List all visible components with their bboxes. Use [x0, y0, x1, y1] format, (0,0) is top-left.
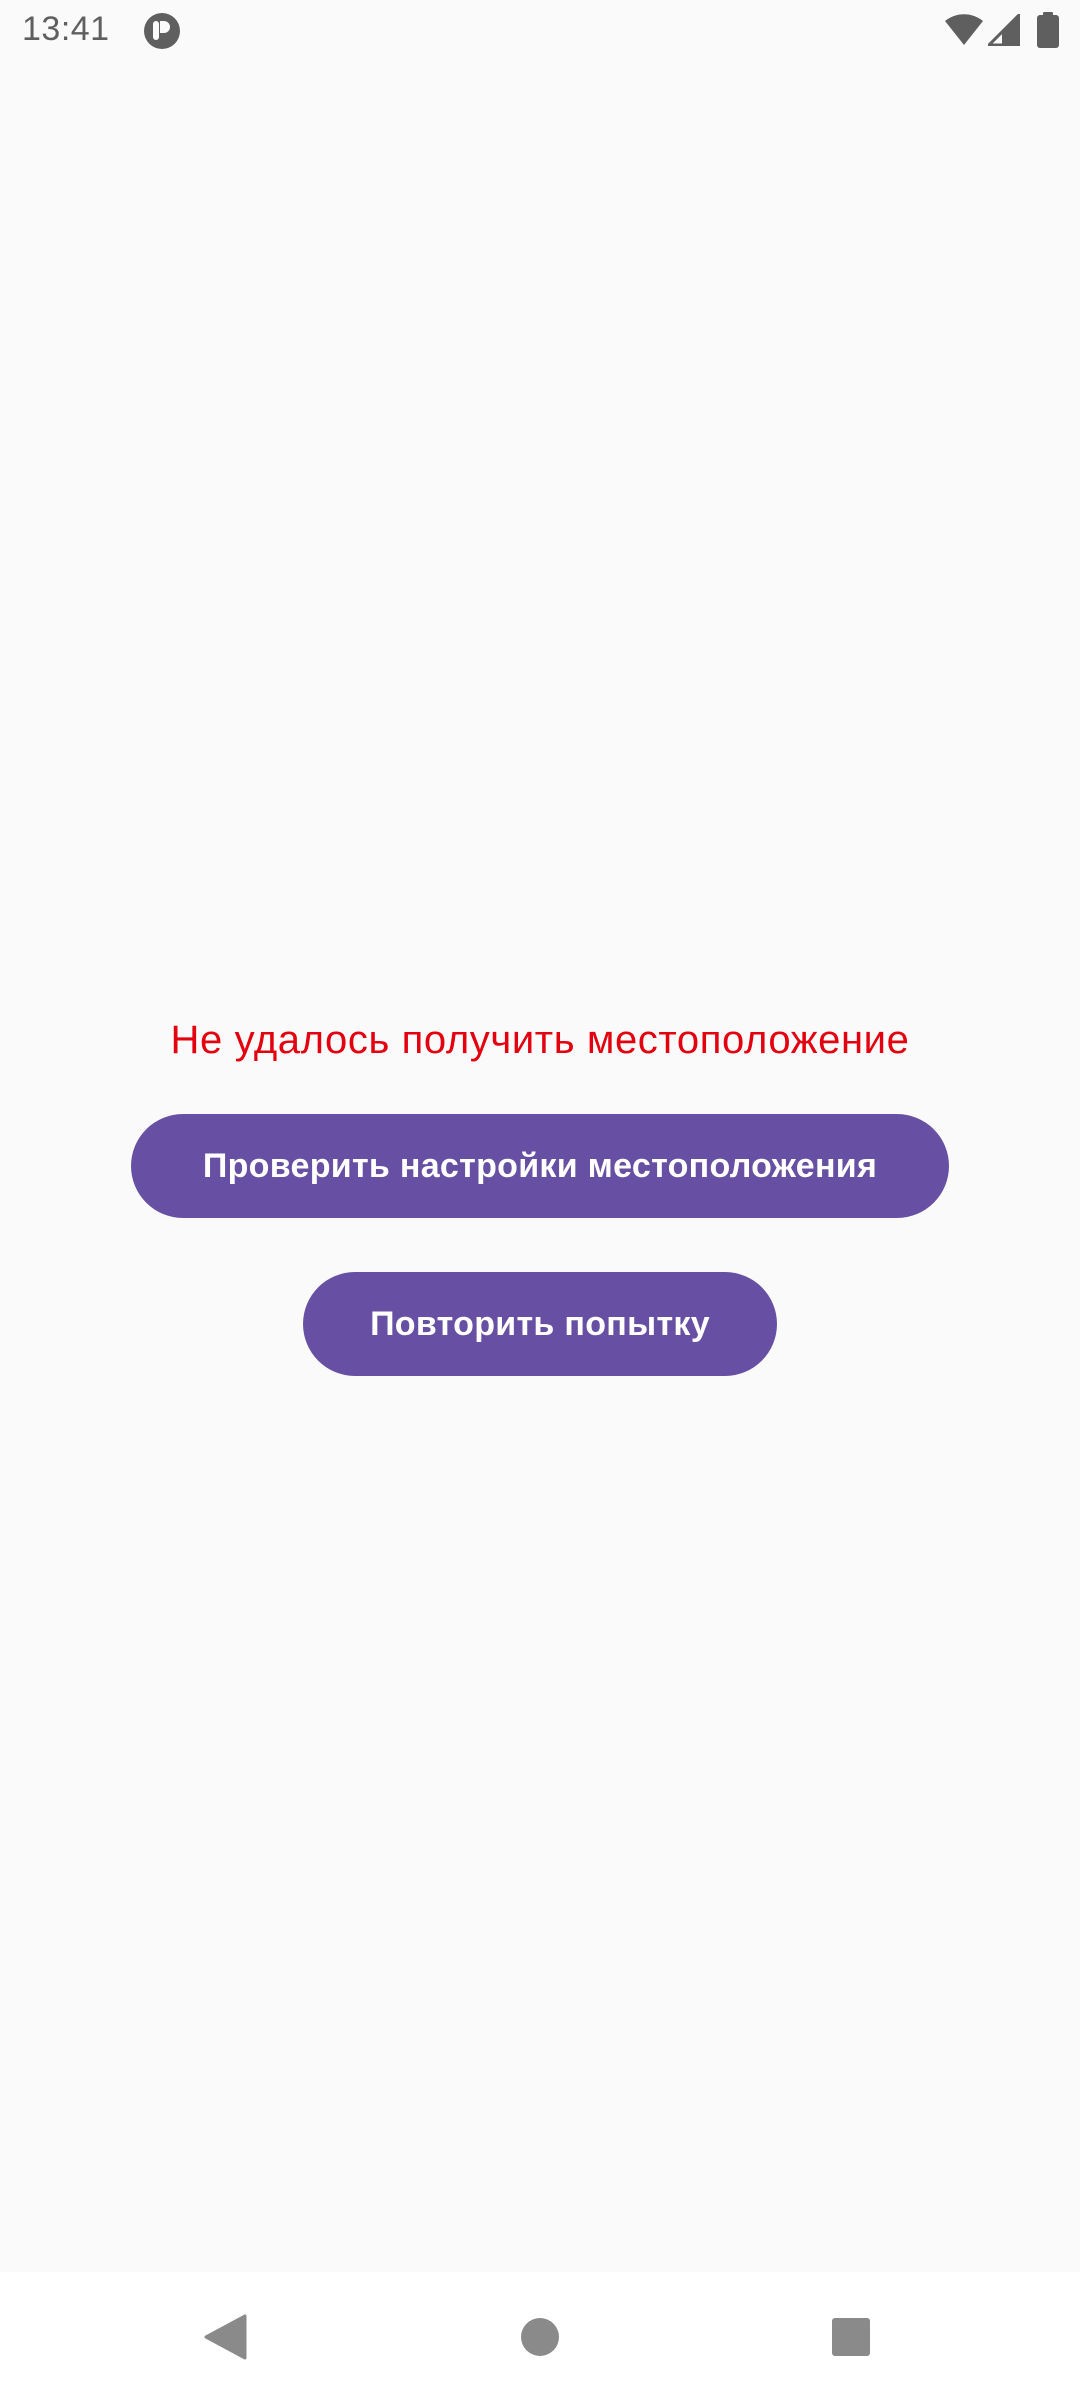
check-location-settings-button[interactable]: Проверить настройки местоположения: [131, 1114, 949, 1218]
recents-icon[interactable]: [831, 2317, 871, 2357]
battery-icon: [1037, 12, 1059, 48]
app-notification-icon: [144, 13, 180, 49]
status-bar: 13:41: [0, 0, 1080, 64]
retry-button[interactable]: Повторить попытку: [303, 1272, 777, 1376]
signal-icon: [988, 14, 1020, 46]
wifi-icon: [945, 14, 983, 46]
location-error-message: Не удалось получить местоположение: [170, 1018, 910, 1062]
home-icon[interactable]: [520, 2317, 560, 2357]
back-icon[interactable]: [203, 2313, 247, 2361]
status-time: 13:41: [22, 10, 110, 48]
